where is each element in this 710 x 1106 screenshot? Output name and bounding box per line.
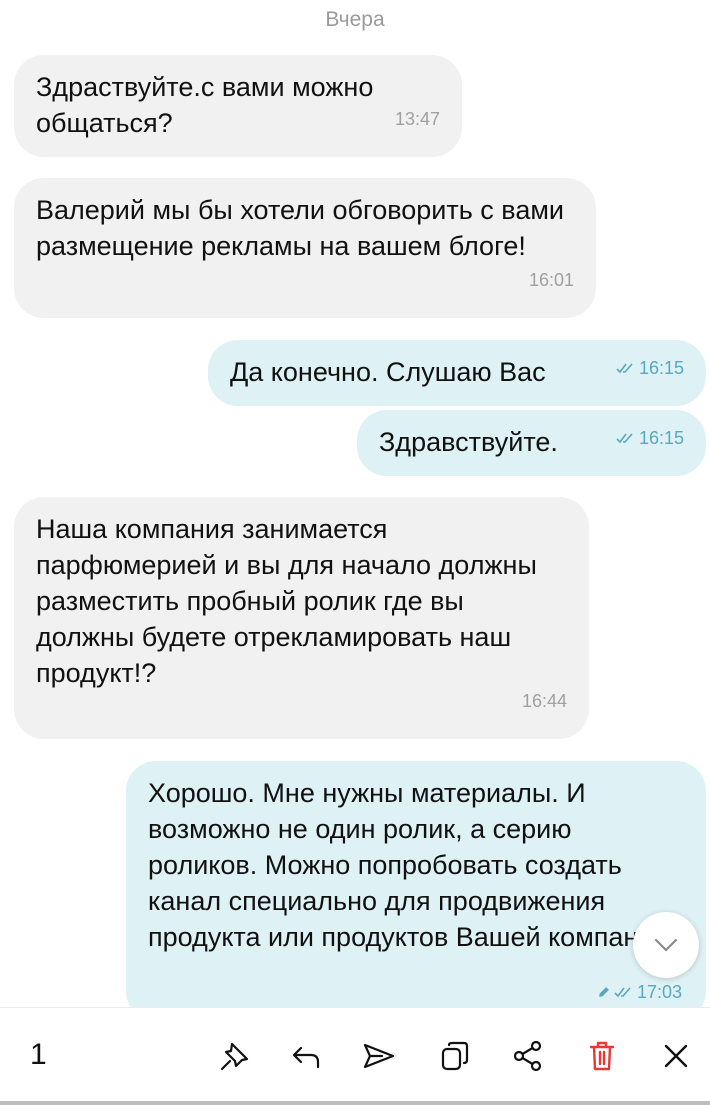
message-text: Валерий мы бы хотели обговорить с вами р… <box>36 195 565 261</box>
double-check-icon <box>614 987 631 998</box>
forward-button[interactable] <box>359 1036 399 1076</box>
message-time: 17:03 <box>636 982 682 1002</box>
message-bubble-outgoing[interactable]: Да конечно. Слушаю Вас 16:15 <box>208 340 706 406</box>
message-text: Здраствуйте.с вами можно общаться? <box>36 72 374 138</box>
message-time: 16:01 <box>528 270 574 290</box>
chevron-down-icon <box>654 938 678 952</box>
close-selection-button[interactable] <box>656 1036 696 1076</box>
send-icon <box>363 1043 395 1069</box>
pin-icon <box>220 1042 249 1071</box>
selected-count: 1 <box>30 1038 47 1071</box>
message-meta: 17:03 <box>597 974 682 1010</box>
reply-button[interactable] <box>286 1036 326 1076</box>
copy-button[interactable] <box>435 1036 475 1076</box>
trash-icon <box>589 1041 615 1071</box>
message-meta: 13:47 <box>395 101 440 137</box>
message-time: 16:15 <box>638 358 684 378</box>
message-time: 13:47 <box>394 109 440 129</box>
share-button[interactable] <box>508 1036 548 1076</box>
delete-button[interactable] <box>582 1036 622 1076</box>
message-meta: 16:15 <box>616 350 684 386</box>
day-separator: Вчера <box>325 8 385 31</box>
message-meta: 16:01 <box>529 262 574 298</box>
close-icon <box>664 1044 688 1068</box>
share-icon <box>513 1040 542 1072</box>
message-bubble-incoming[interactable]: Наша компания занимается парфюмерией и в… <box>14 497 589 739</box>
system-bottom-bar <box>0 1101 710 1105</box>
message-bubble-outgoing[interactable]: Хорошо. Мне нужны материалы. И возможно … <box>126 761 706 1021</box>
double-check-icon <box>616 363 633 374</box>
pin-button[interactable] <box>215 1036 255 1076</box>
message-meta: 16:15 <box>616 420 684 456</box>
scroll-down-button[interactable] <box>633 912 699 978</box>
double-check-icon <box>616 433 633 444</box>
message-meta: 16:44 <box>522 683 567 719</box>
message-bubble-incoming[interactable]: Валерий мы бы хотели обговорить с вами р… <box>14 178 596 318</box>
message-time: 16:44 <box>521 691 567 711</box>
message-time: 16:15 <box>638 428 684 448</box>
message-text: Наша компания занимается парфюмерией и в… <box>36 514 537 688</box>
copy-icon <box>441 1041 469 1071</box>
message-text: Хорошо. Мне нужны материалы. И возможно … <box>148 778 676 952</box>
reply-icon <box>292 1046 320 1069</box>
selection-toolbar: 1 <box>0 1007 710 1106</box>
message-bubble-incoming[interactable]: Здраствуйте.с вами можно общаться? 13:47 <box>14 55 462 157</box>
edited-pencil-icon <box>599 987 609 997</box>
message-bubble-outgoing[interactable]: Здравствуйте. 16:15 <box>357 410 706 476</box>
